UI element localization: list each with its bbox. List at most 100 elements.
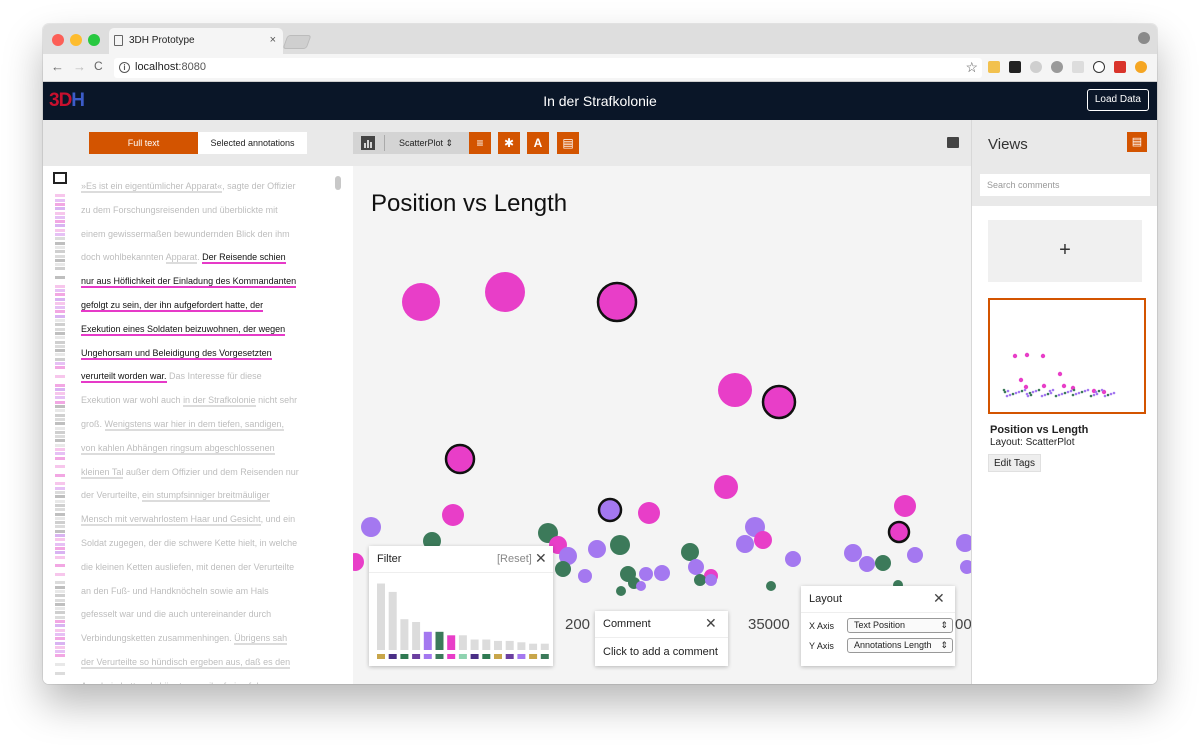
filter-bar[interactable]: [482, 639, 491, 651]
text-line[interactable]: an den Fuß- und Handknöcheln sowie am Ha…: [81, 581, 317, 605]
maximize-window-button[interactable]: [88, 34, 100, 46]
text-line[interactable]: nur aus Höflichkeit der Einladung des Ko…: [81, 271, 317, 295]
scatter-point[interactable]: [859, 556, 875, 572]
scatter-point[interactable]: [688, 559, 704, 575]
filter-swatch[interactable]: [423, 654, 432, 659]
text-line[interactable]: Ungehorsam und Beleidigung des Vorgesetz…: [81, 343, 317, 367]
scatter-point[interactable]: [681, 543, 699, 561]
scatter-point[interactable]: [844, 544, 862, 562]
bookmark-star-icon[interactable]: ☆: [965, 59, 978, 76]
view-name[interactable]: Position vs Length: [990, 424, 1088, 436]
extension-icon[interactable]: [1009, 61, 1021, 73]
text-line[interactable]: der Verurteilte, ein stumpfsinniger brei…: [81, 485, 317, 509]
text-line[interactable]: Soldat zugegen, der die schwere Kette hi…: [81, 533, 317, 557]
layout-select[interactable]: ScatterPlot ⇕: [395, 132, 473, 154]
scatter-point[interactable]: [875, 555, 891, 571]
filter-bar[interactable]: [400, 619, 409, 650]
text-line[interactable]: gefolgt zu sein, der ihn aufgefordert ha…: [81, 295, 317, 319]
scatter-point[interactable]: [754, 531, 772, 549]
text-line[interactable]: zu dem Forschungsreisenden und überblick…: [81, 200, 317, 224]
scatter-point[interactable]: [442, 504, 464, 526]
scatter-point[interactable]: [610, 535, 630, 555]
filter-swatch[interactable]: [458, 654, 467, 659]
text-scrollbar[interactable]: [335, 176, 341, 190]
annotation-icon[interactable]: A: [527, 132, 549, 154]
new-tab-button[interactable]: [282, 35, 312, 49]
scatter-point[interactable]: [485, 272, 525, 312]
filter-histogram[interactable]: [369, 546, 553, 666]
scatter-point[interactable]: [654, 565, 670, 581]
extension-icon[interactable]: [1093, 61, 1105, 73]
browser-tab[interactable]: 3DH Prototype ×: [109, 28, 283, 54]
filter-swatch[interactable]: [412, 654, 421, 659]
extension-icon[interactable]: [988, 61, 1000, 73]
y-axis-select[interactable]: Annotations Length ⇕: [847, 638, 953, 653]
scatter-point[interactable]: [353, 553, 364, 571]
scatter-point[interactable]: [960, 560, 971, 574]
annotated-text[interactable]: Anschein hatte, als könnte man ihn frei …: [81, 680, 269, 684]
filter-swatch[interactable]: [377, 654, 385, 659]
annotated-text[interactable]: Mensch mit verwahrlostem Haar und Gesich…: [81, 514, 261, 527]
minimize-window-button[interactable]: [70, 34, 82, 46]
scatter-point[interactable]: [714, 475, 738, 499]
edit-tags-button[interactable]: Edit Tags: [988, 454, 1041, 472]
scatter-point[interactable]: [361, 517, 381, 537]
add-view-button[interactable]: +: [988, 220, 1142, 282]
filter-swatch[interactable]: [470, 654, 479, 659]
filter-bar[interactable]: [435, 631, 444, 650]
filter-icon[interactable]: ≡: [469, 132, 491, 154]
text-line[interactable]: doch wohlbekannten Apparat. Der Reisende…: [81, 247, 317, 271]
filter-bar[interactable]: [470, 639, 479, 651]
scatter-point[interactable]: [444, 443, 476, 475]
views-comment-icon[interactable]: ▤: [1127, 132, 1147, 152]
text-line[interactable]: Exekution war wohl auch in der Strafkolo…: [81, 390, 317, 414]
annotated-text[interactable]: nur aus Höflichkeit der Einladung des Ko…: [81, 276, 297, 289]
scatter-point[interactable]: [636, 581, 646, 591]
load-data-button[interactable]: Load Data: [1086, 89, 1149, 111]
extension-icon[interactable]: [1072, 61, 1084, 73]
text-line[interactable]: von kahlen Abhängen ringsum abgeschlosse…: [81, 438, 317, 462]
extension-icon[interactable]: [1051, 61, 1063, 73]
text-line[interactable]: Mensch mit verwahrlostem Haar und Gesich…: [81, 509, 317, 533]
comment-panel[interactable]: Comment ✕ Click to add a comment: [595, 611, 728, 666]
filter-bar[interactable]: [540, 643, 549, 650]
filter-swatch[interactable]: [482, 654, 491, 659]
filter-bar[interactable]: [458, 635, 467, 650]
annotated-text[interactable]: »Es ist ein eigentümlicher Apparat«: [81, 181, 223, 193]
text-line[interactable]: gefesselt war und die auch untereinander…: [81, 604, 317, 628]
annotated-text[interactable]: von kahlen Abhängen ringsum abgeschlosse…: [81, 442, 275, 455]
extension-icon[interactable]: [1114, 61, 1126, 73]
text-line[interactable]: der Verurteilte so hündisch ergeben aus,…: [81, 652, 317, 676]
scatter-point[interactable]: [638, 502, 660, 524]
scatter-point[interactable]: [578, 569, 592, 583]
filter-bar[interactable]: [423, 631, 432, 650]
text-line[interactable]: Verbindungsketten zusammenhingen. Übrige…: [81, 628, 317, 652]
scatter-point[interactable]: [616, 586, 626, 596]
close-window-button[interactable]: [52, 34, 64, 46]
scatter-point[interactable]: [766, 581, 776, 591]
text-line[interactable]: groß. Wenigstens war hier in dem tiefen,…: [81, 414, 317, 438]
annotated-text[interactable]: Ungehorsam und Beleidigung des Vorgesetz…: [81, 347, 272, 360]
gear-icon[interactable]: ✱: [498, 132, 520, 154]
view-thumbnail[interactable]: [988, 298, 1146, 414]
filter-bar[interactable]: [377, 583, 385, 651]
scatter-point[interactable]: [907, 547, 923, 563]
scatter-point[interactable]: [705, 574, 717, 586]
scatter-point[interactable]: [785, 551, 801, 567]
text-line[interactable]: die kleinen Ketten ausliefen, mit denen …: [81, 557, 317, 581]
layout-close-icon[interactable]: ✕: [933, 591, 945, 605]
filter-swatch[interactable]: [505, 654, 514, 659]
filter-bar[interactable]: [447, 635, 456, 650]
scatter-point[interactable]: [588, 540, 606, 558]
filter-swatch[interactable]: [388, 654, 397, 659]
scatter-point[interactable]: [956, 534, 971, 552]
info-icon[interactable]: i: [119, 62, 130, 73]
x-axis-select[interactable]: Text Position ⇕: [847, 618, 953, 633]
annotated-text[interactable]: Apparat: [165, 252, 198, 265]
filter-bar[interactable]: [517, 642, 526, 650]
forward-arrow-icon[interactable]: →: [73, 59, 86, 74]
text-line[interactable]: »Es ist ein eigentümlicher Apparat«, sag…: [81, 176, 317, 200]
text-line[interactable]: einem gewissermaßen bewundernden Blick d…: [81, 224, 317, 248]
filter-panel[interactable]: Filter [Reset] ✕: [369, 546, 553, 666]
tab-close-icon[interactable]: ×: [270, 34, 276, 46]
